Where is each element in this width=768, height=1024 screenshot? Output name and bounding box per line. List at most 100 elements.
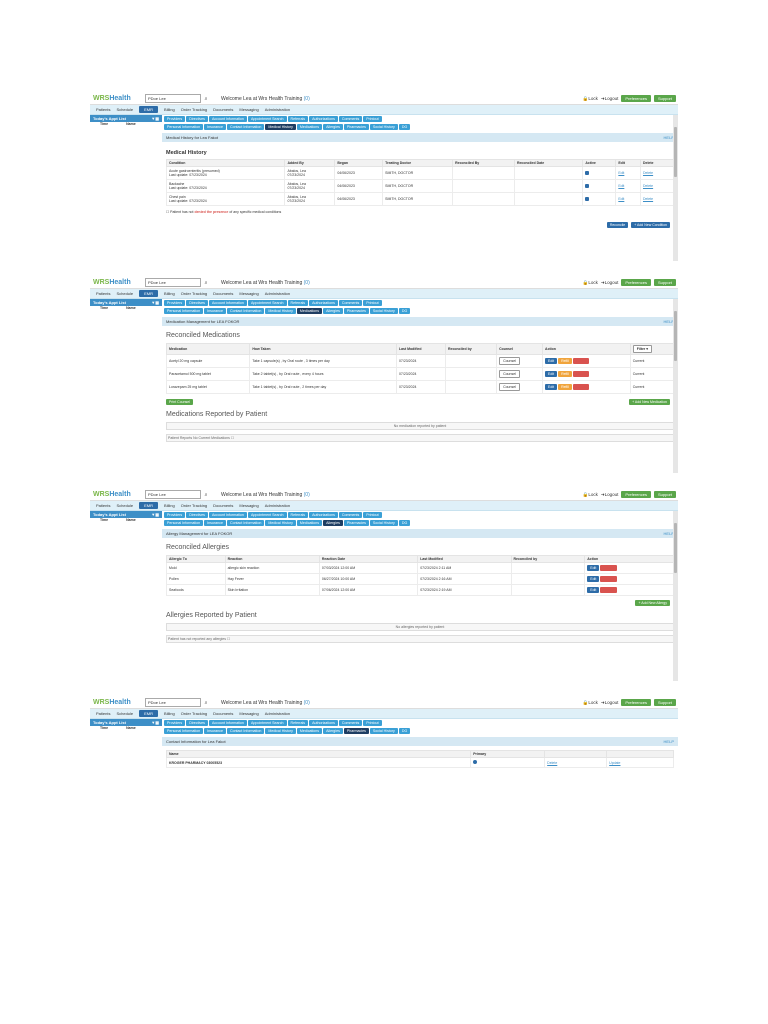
tab-medications[interactable]: Medications xyxy=(296,520,323,526)
lock-button[interactable]: 🔒Lock xyxy=(583,492,598,498)
tab-providers[interactable]: Providers xyxy=(164,300,186,306)
tab-medical-history[interactable]: Medical History xyxy=(265,124,296,130)
tab-medications[interactable]: Medications xyxy=(296,308,323,314)
tab-insurance[interactable]: Insurance xyxy=(204,308,226,314)
edit-link[interactable]: Edit xyxy=(618,171,624,175)
menu-administration[interactable]: Administration xyxy=(265,503,290,508)
delete-link[interactable]: Delete xyxy=(643,171,653,175)
tab-medical-history[interactable]: Medical History xyxy=(265,728,296,734)
menu-messaging[interactable]: Messaging xyxy=(239,107,258,112)
menu-schedule[interactable]: Schedule xyxy=(116,107,133,112)
tab-appointment-search[interactable]: Appointment Search xyxy=(247,116,287,122)
edit-button[interactable]: Edit xyxy=(587,565,600,571)
filter-icon[interactable]: ▼▦ xyxy=(151,511,159,518)
tab-printout[interactable]: Printout xyxy=(363,116,382,122)
delete-button[interactable]: Delete xyxy=(572,384,590,390)
tab-personal-information[interactable]: Personal Information xyxy=(164,124,204,130)
scrollbar[interactable] xyxy=(673,115,678,261)
menu-order-tracking[interactable]: Order Tracking xyxy=(181,711,207,716)
tab-contact-information[interactable]: Contact Information xyxy=(226,520,265,526)
patient-search-input[interactable]: PDoe Lee xyxy=(145,278,201,287)
search-icon[interactable]: ⌕ xyxy=(201,280,211,286)
tab-printout[interactable]: Printout xyxy=(363,720,382,726)
lock-button[interactable]: 🔒Lock xyxy=(583,280,598,286)
filter-icon[interactable]: ▼▦ xyxy=(151,299,159,306)
tab-referrals[interactable]: Referrals xyxy=(287,720,309,726)
tab-allergies[interactable]: Allergies xyxy=(323,308,343,314)
tab-contact-information[interactable]: Contact Information xyxy=(226,308,265,314)
menu-emr[interactable]: EMR xyxy=(139,710,159,717)
support-button[interactable]: Support xyxy=(653,699,676,706)
menu-schedule[interactable]: Schedule xyxy=(116,711,133,716)
counsel-button[interactable]: Counsel xyxy=(499,383,520,391)
preferences-button[interactable]: Preferences xyxy=(621,699,651,706)
tab-personal-information[interactable]: Personal Information xyxy=(164,308,204,314)
tab-allergies[interactable]: Allergies xyxy=(323,728,343,734)
menu-billing[interactable]: Billing xyxy=(164,503,175,508)
edit-button[interactable]: Edit xyxy=(545,384,558,390)
logout-button[interactable]: ➜Logout xyxy=(601,492,619,498)
tab-personal-information[interactable]: Personal Information xyxy=(164,728,204,734)
menu-emr[interactable]: EMR xyxy=(139,290,159,297)
add-allergy-button[interactable]: + Add New Allergy xyxy=(635,600,670,606)
search-icon[interactable]: ⌕ xyxy=(201,96,211,102)
tab-dg[interactable]: DG xyxy=(398,728,411,734)
search-icon[interactable]: ⌕ xyxy=(201,492,211,498)
counsel-button[interactable]: Counsel xyxy=(499,370,520,378)
active-checkbox[interactable] xyxy=(585,196,590,201)
delete-button[interactable]: Delete xyxy=(600,587,617,593)
scrollbar[interactable] xyxy=(673,299,678,473)
tab-pharmacies[interactable]: Pharmacies xyxy=(343,124,369,130)
tab-comments[interactable]: Comments xyxy=(338,116,363,122)
refill-button[interactable]: Refill xyxy=(558,384,572,390)
tab-directives[interactable]: Directives xyxy=(186,300,208,306)
lock-button[interactable]: 🔒Lock xyxy=(583,96,598,102)
tab-printout[interactable]: Printout xyxy=(363,512,382,518)
tab-account-information[interactable]: Account Information xyxy=(208,116,247,122)
filter-select[interactable]: Filter ▾ xyxy=(632,345,653,353)
denial-checkbox-row[interactable]: ☐ Patient has not denied the presence of… xyxy=(166,210,674,214)
tab-authorizations[interactable]: Authorizations xyxy=(309,720,338,726)
tab-providers[interactable]: Providers xyxy=(164,720,186,726)
counsel-button[interactable]: Counsel xyxy=(499,357,520,365)
tab-directives[interactable]: Directives xyxy=(186,116,208,122)
delete-link[interactable]: Delete xyxy=(547,761,557,765)
delete-link[interactable]: Delete xyxy=(643,197,653,201)
menu-emr[interactable]: EMR xyxy=(139,502,159,509)
tab-referrals[interactable]: Referrals xyxy=(287,512,309,518)
edit-button[interactable]: Edit xyxy=(587,587,600,593)
scrollbar[interactable] xyxy=(673,511,678,681)
preferences-button[interactable]: Preferences xyxy=(621,491,651,498)
edit-button[interactable]: Edit xyxy=(587,576,600,582)
menu-documents[interactable]: Documents xyxy=(213,711,233,716)
tab-providers[interactable]: Providers xyxy=(164,116,186,122)
menu-schedule[interactable]: Schedule xyxy=(116,503,133,508)
tab-medical-history[interactable]: Medical History xyxy=(265,520,296,526)
filter-icon[interactable]: ▼▦ xyxy=(151,719,159,726)
tab-dg[interactable]: DG xyxy=(398,520,411,526)
menu-order-tracking[interactable]: Order Tracking xyxy=(181,291,207,296)
delete-button[interactable]: Delete xyxy=(600,576,617,582)
menu-documents[interactable]: Documents xyxy=(213,107,233,112)
support-button[interactable]: Support xyxy=(653,95,676,102)
tab-directives[interactable]: Directives xyxy=(186,512,208,518)
tab-insurance[interactable]: Insurance xyxy=(204,520,226,526)
menu-schedule[interactable]: Schedule xyxy=(116,291,133,296)
refill-button[interactable]: Refill xyxy=(558,358,572,364)
menu-patients[interactable]: Patients xyxy=(96,503,110,508)
tab-account-information[interactable]: Account Information xyxy=(208,512,247,518)
tab-insurance[interactable]: Insurance xyxy=(204,728,226,734)
tab-contact-information[interactable]: Contact Information xyxy=(226,124,265,130)
active-checkbox[interactable] xyxy=(585,170,590,175)
tab-contact-information[interactable]: Contact Information xyxy=(226,728,265,734)
menu-order-tracking[interactable]: Order Tracking xyxy=(181,503,207,508)
menu-billing[interactable]: Billing xyxy=(164,291,175,296)
no-allergies-checkbox[interactable]: Patient has not reported any allergies ☐ xyxy=(166,635,674,643)
logout-button[interactable]: ➜Logout xyxy=(601,700,619,706)
tab-authorizations[interactable]: Authorizations xyxy=(309,116,338,122)
menu-messaging[interactable]: Messaging xyxy=(239,291,258,296)
edit-link[interactable]: Edit xyxy=(618,184,624,188)
edit-link[interactable]: Edit xyxy=(618,197,624,201)
active-checkbox[interactable] xyxy=(585,183,590,188)
menu-documents[interactable]: Documents xyxy=(213,503,233,508)
